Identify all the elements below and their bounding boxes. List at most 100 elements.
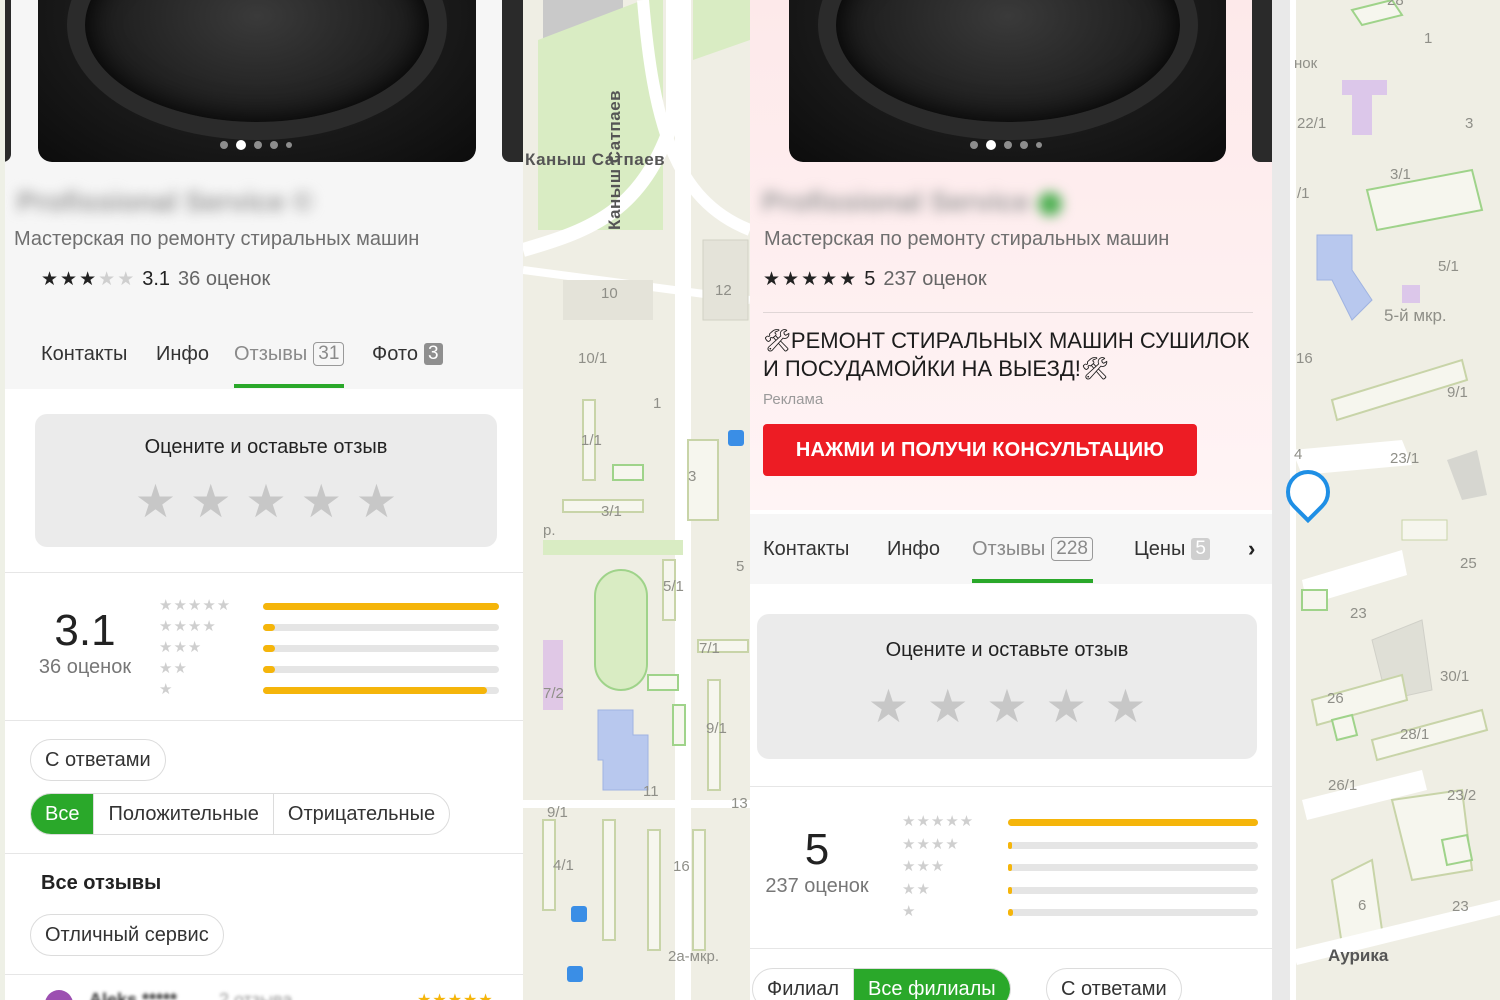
distribution-fill	[263, 603, 499, 610]
tabs-bar: Контакты Инфо Отзывы 31 Фото 3	[5, 319, 523, 389]
star-input-icon[interactable]: ★	[190, 474, 231, 528]
carousel-dot-active[interactable]	[986, 140, 996, 150]
tab-label: Отзывы	[234, 342, 308, 365]
tag-chip[interactable]: Отличный сервис	[30, 914, 224, 956]
star-input-icon[interactable]: ★	[135, 474, 176, 528]
rating-distribution: ★★★★★ ★★★★ ★★★ ★★ ★	[159, 596, 499, 698]
building-number-label: нок	[1294, 55, 1318, 72]
building-number-label: 1	[1424, 30, 1433, 47]
review-stars: ★★★★★	[417, 990, 494, 1000]
distribution-fill	[1008, 864, 1012, 871]
reviews-count-badge: 228	[1051, 537, 1093, 561]
distribution-stars: ★★★★	[159, 618, 217, 635]
business-card-left: Profissional Service © Мастерская по рем…	[5, 0, 523, 1000]
carousel-dot[interactable]	[220, 141, 228, 149]
map-right[interactable]: 28 1 нок 22/1 3 3/1/1 5/1 5-й мкр. 16 9/1 4 23/1 25 2…	[1272, 0, 1500, 1000]
reviewer-name[interactable]: Aleks *****	[89, 990, 177, 1000]
map-middle[interactable]: Каныш Сатпаев Каныш Сатпаев 10 12 10/1 1 1/1…	[523, 0, 750, 1000]
place-label: Аурика	[1328, 946, 1389, 965]
distribution-bar	[263, 687, 499, 694]
building-number-label: 5/1	[663, 578, 684, 595]
distribution-row: ★★★★★	[159, 596, 499, 616]
star-input-icon[interactable]: ★	[1105, 679, 1146, 733]
reviewer-avatar[interactable]	[45, 990, 73, 1000]
tab-reviews[interactable]: Отзывы 228	[972, 537, 1093, 583]
tab-label: Контакты	[763, 537, 850, 560]
chevron-right-icon[interactable]: ›	[1248, 536, 1255, 562]
street-label-vertical: Каныш Сатпаев	[605, 89, 624, 230]
star-input-icon[interactable]: ★	[356, 474, 397, 528]
building-number-label: 1	[653, 395, 662, 412]
filter-with-answers[interactable]: С ответами	[30, 739, 166, 781]
star-input-icon[interactable]: ★	[301, 474, 342, 528]
building-number-label: 30/1	[1440, 668, 1470, 685]
tab-photos[interactable]: Фото 3	[372, 343, 443, 366]
carousel-dot[interactable]	[286, 142, 292, 148]
verified-icon	[1037, 191, 1062, 216]
rate-stars-input[interactable]: ★ ★ ★ ★ ★	[35, 474, 497, 528]
building-number-label: 3	[1465, 115, 1474, 132]
distribution-fill	[263, 687, 488, 694]
filter-positive[interactable]: Положительные	[93, 794, 272, 834]
tab-prices[interactable]: Цены 5	[1134, 538, 1210, 561]
filter-branch[interactable]: Филиал	[753, 969, 853, 1000]
carousel-dot[interactable]	[270, 141, 278, 149]
tab-label: Инфо	[156, 342, 209, 365]
building-number-label: 13	[731, 795, 748, 812]
distribution-bar	[263, 624, 499, 631]
photo-prev-edge[interactable]	[5, 0, 11, 162]
rating-summary[interactable]: ★ ★ ★ ★ ★ 5 237 оценок	[763, 268, 987, 291]
tab-label: Контакты	[41, 342, 128, 365]
building-number-label: 12	[715, 282, 732, 299]
distribution-fill	[1008, 819, 1258, 826]
star-input-icon[interactable]: ★	[868, 679, 909, 733]
rate-stars-input[interactable]: ★ ★ ★ ★ ★	[757, 679, 1257, 733]
consultation-button[interactable]: НАЖМИ И ПОЛУЧИ КОНСУЛЬТАЦИЮ	[763, 424, 1197, 476]
building-number-label: 10	[601, 285, 618, 302]
carousel-dots	[970, 140, 1042, 150]
star-input-icon[interactable]: ★	[986, 679, 1027, 733]
rating-value: 5	[864, 268, 876, 290]
carousel-dot[interactable]	[1036, 142, 1042, 148]
distribution-bar	[1008, 886, 1258, 894]
tab-contacts[interactable]: Контакты	[763, 538, 849, 561]
filter-all[interactable]: Все	[31, 794, 94, 834]
star-input-icon[interactable]: ★	[927, 679, 968, 733]
filter-all-branches[interactable]: Все филиалы	[853, 969, 1010, 1000]
tab-info[interactable]: Инфо	[887, 538, 940, 561]
filter-with-answers[interactable]: С ответами	[1046, 968, 1182, 1000]
divider	[5, 974, 523, 975]
carousel-dot[interactable]	[970, 141, 978, 149]
distribution-bar	[263, 666, 499, 673]
sentiment-filter: Все Положительные Отрицательные	[30, 793, 451, 835]
carousel-dot[interactable]	[1004, 141, 1012, 149]
carousel-dot[interactable]	[1020, 141, 1028, 149]
ad-title[interactable]: 🛠РЕМОНТ СТИРАЛЬНЫХ МАШИН СУШИЛОК И ПОСУД…	[763, 327, 1253, 383]
photo-carousel[interactable]	[38, 0, 476, 162]
tab-info[interactable]: Инфо	[156, 343, 209, 366]
carousel-dot[interactable]	[254, 141, 262, 149]
score-summary: 3.1 36 оценок	[27, 606, 143, 679]
photo-next-edge[interactable]	[502, 0, 523, 162]
star-input-icon[interactable]: ★	[1046, 679, 1087, 733]
divider	[5, 720, 523, 721]
tab-reviews[interactable]: Отзывы 31	[234, 342, 345, 388]
star-input-icon[interactable]: ★	[245, 474, 286, 528]
building-number-label: 2а-мкр.	[668, 948, 720, 965]
divider	[5, 572, 523, 573]
photo-carousel[interactable]	[789, 0, 1226, 162]
photo-next-edge[interactable]	[1252, 0, 1272, 162]
distribution-row: ★★	[159, 659, 499, 679]
filter-negative[interactable]: Отрицательные	[272, 794, 449, 834]
rate-and-review-box[interactable]: Оцените и оставьте отзыв ★ ★ ★ ★ ★	[757, 614, 1257, 759]
rating-distribution: ★★★★★ ★★★★ ★★★ ★★ ★	[902, 812, 1258, 924]
tab-label: Цены	[1134, 537, 1186, 560]
rating-summary[interactable]: ★ ★ ★ ★ ★ 3.1 36 оценок	[41, 268, 270, 291]
tab-contacts[interactable]: Контакты	[41, 343, 127, 366]
building-number-label: 3/1	[601, 503, 622, 520]
building-number-label: 9/1	[706, 720, 727, 737]
carousel-dot-active[interactable]	[236, 140, 246, 150]
score-summary: 5 237 оценок	[752, 825, 882, 898]
distribution-stars: ★★★★★	[902, 813, 975, 830]
rate-and-review-box[interactable]: Оцените и оставьте отзыв ★ ★ ★ ★ ★	[35, 414, 497, 547]
